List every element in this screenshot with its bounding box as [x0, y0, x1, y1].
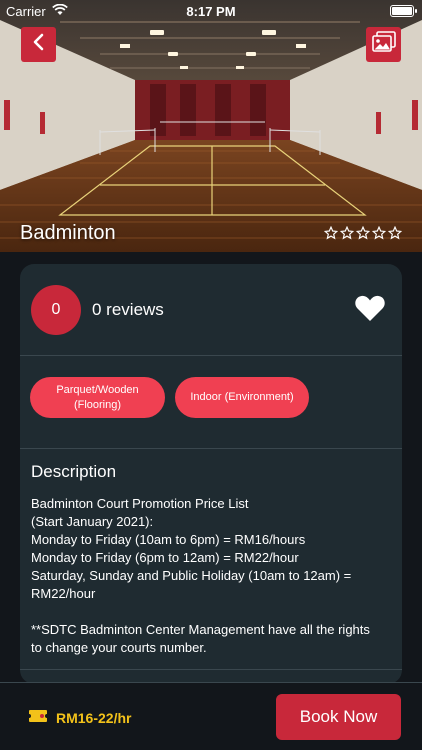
- star-outline-icon: [323, 225, 339, 245]
- carrier-label: Carrier: [6, 3, 46, 19]
- star-outline-icon: [355, 225, 371, 245]
- star-outline-icon: [339, 225, 355, 245]
- review-count-badge[interactable]: 0: [31, 285, 81, 335]
- price-label: RM16-22/hr: [56, 709, 132, 726]
- amenity-tags: Parquet/Wooden (Flooring) Indoor (Enviro…: [20, 357, 402, 449]
- booking-bar: RM16-22/hr Book Now: [0, 682, 422, 750]
- venue-details-card: 0 0 reviews Parquet/Wooden (Flooring) In…: [20, 264, 402, 684]
- tag-label: Indoor (Environment): [190, 391, 294, 403]
- status-left: Carrier: [6, 3, 68, 19]
- chevron-left-icon: [31, 32, 47, 57]
- star-outline-icon: [387, 225, 403, 245]
- clock: 8:17 PM: [186, 3, 236, 19]
- tag-label: Parquet/Wooden (Flooring): [56, 383, 139, 411]
- star-outline-icon: [371, 225, 387, 245]
- tag-flooring[interactable]: Parquet/Wooden (Flooring): [30, 377, 165, 418]
- tag-environment[interactable]: Indoor (Environment): [175, 377, 309, 418]
- description-body: Badminton Court Promotion Price List (St…: [31, 496, 370, 655]
- rating-stars: [323, 225, 403, 245]
- heart-icon: [354, 295, 386, 326]
- favorite-button[interactable]: [354, 294, 386, 327]
- price-summary: RM16-22/hr: [28, 709, 131, 726]
- wifi-icon: [51, 3, 68, 19]
- ticket-icon: [28, 709, 48, 726]
- status-bar: Carrier 8:17 PM: [0, 0, 422, 22]
- venue-photo: [0, 0, 422, 252]
- reviews-link[interactable]: 0 reviews: [92, 300, 164, 320]
- description-text: Badminton Court Promotion Price List (St…: [31, 495, 371, 657]
- venue-title: Badminton: [20, 222, 116, 244]
- badminton-hall-illustration: [0, 0, 422, 252]
- battery-icon: [390, 5, 417, 17]
- review-summary: 0 0 reviews: [20, 264, 402, 356]
- book-now-button[interactable]: Book Now: [276, 694, 401, 740]
- description-heading: Description: [31, 462, 117, 481]
- gallery-button[interactable]: [366, 27, 401, 62]
- divider: [20, 669, 402, 670]
- image-gallery-icon: [371, 31, 396, 58]
- back-button[interactable]: [21, 27, 56, 62]
